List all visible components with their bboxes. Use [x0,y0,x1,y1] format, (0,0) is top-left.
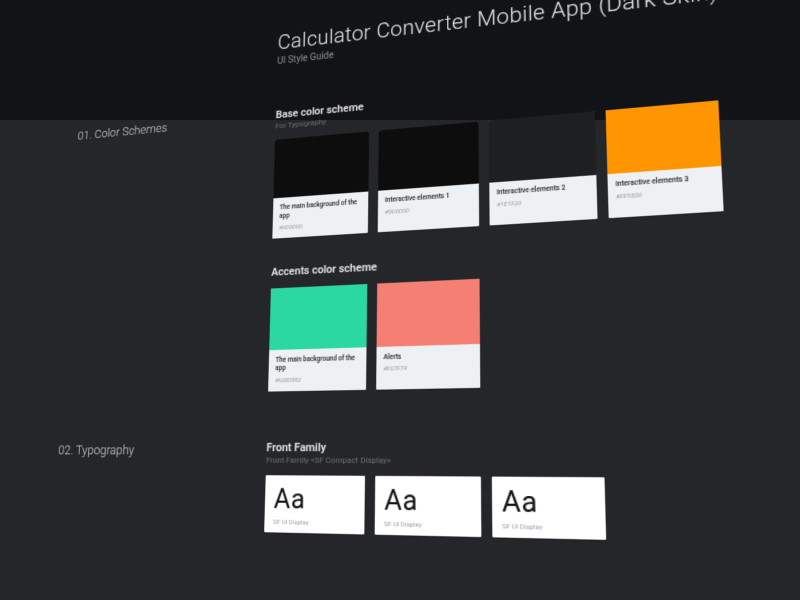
swatch-hex: #0D0D0D [279,219,361,231]
typography-card: Aa SF UI Display [264,475,365,534]
section-number-col: 02. Typography [0,441,267,562]
swatch: Interactive elements 2 #1E1F20 [489,111,598,225]
swatch-hex: #1E1F20 [497,195,590,208]
swatch: The main background of the app #h28D882 [268,284,367,392]
swatch-label: Alerts [383,350,472,362]
group-font-family: Front Family Front Family «SF Compact Di… [264,438,800,550]
swatch-label: The main background of the app [275,353,359,373]
group-accents-color-scheme: Accents color scheme The main background… [268,225,800,392]
swatch-meta: The main background of the app #h28D882 [268,347,366,392]
style-guide-sheet: Calculator Converter Mobile App (Dark Sk… [0,0,800,598]
typography-sample: Aa [502,486,595,521]
swatch-chip [377,278,480,346]
swatch-hex: #0D0D0D [385,203,472,216]
typography-font-name: SF UI Display [384,520,471,531]
swatch-label: The main background of the app [279,198,361,221]
section-number-col: 01. Color Schemes [0,109,276,423]
section-body: Base color scheme For Typography The mai… [267,37,800,420]
typography-sample: Aa [273,484,355,517]
swatch-chip [489,111,597,182]
typography-card: Aa SF UI Display [492,477,606,540]
swatch-hex: #F67F74 [383,364,472,373]
swatch-label: Interactive elements 1 [385,190,472,205]
swatch-hex: #FF9500 [616,187,715,201]
swatch: Alerts #F67F74 [376,278,480,390]
swatch-chip [378,122,479,191]
swatch-chip [606,100,722,174]
section-number: 01. Color Schemes [77,111,276,143]
typography-sample: Aa [384,485,471,519]
section-body: Front Family Front Family «SF Compact Di… [263,438,800,587]
swatch-chip [273,131,369,198]
swatch-meta: Alerts #F67F74 [376,343,480,381]
swatch: Interactive elements 3 #FF9500 [606,100,724,217]
typography-font-name: SF UI Display [502,522,595,533]
swatch-meta: Interactive elements 1 #0D0D0D [378,183,479,224]
style-guide-stage: Calculator Converter Mobile App (Dark Sk… [0,0,800,600]
swatch: Interactive elements 1 #0D0D0D [378,122,479,232]
group-title: Front Family [266,438,800,455]
swatch-meta: Interactive elements 2 #1E1F20 [489,175,597,217]
swatch-label: Interactive elements 2 [497,182,589,197]
typography-card: Aa SF UI Display [375,476,482,537]
typography-cards: Aa SF UI Display Aa SF UI Display Aa SF … [264,475,800,550]
group-subtitle: Front Family «SF Compact Display» [266,455,800,467]
typography-font-name: SF UI Display [273,518,355,528]
swatch-meta: The main background of the app #0D0D0D [272,191,368,238]
swatch: The main background of the app #0D0D0D [272,131,369,238]
swatch-meta: Interactive elements 3 #FF9500 [607,166,723,210]
section-typography: 02. Typography Front Family Front Family… [0,423,800,598]
swatch-hex: #h28D882 [275,375,359,384]
swatch-chip [269,284,367,350]
section-number: 02. Typography [58,443,267,459]
